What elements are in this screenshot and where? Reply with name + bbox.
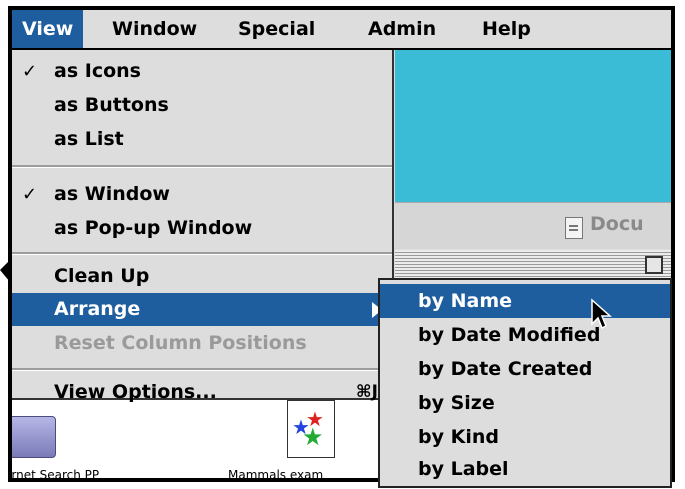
menu-item-label: Clean Up: [54, 265, 150, 287]
menu-item-label: as List: [54, 128, 124, 150]
checkmark-icon: ✓: [22, 184, 38, 205]
arrange-submenu: by Name by Date Modified by Date Created…: [378, 278, 672, 488]
submenu-item-by-label[interactable]: by Label: [380, 452, 670, 486]
menu-admin[interactable]: Admin: [358, 10, 446, 48]
window-content-area: [395, 50, 671, 202]
submenu-item-by-size[interactable]: by Size: [380, 386, 670, 420]
view-menu: ✓ as Icons as Buttons as List ✓ as Windo…: [12, 50, 394, 403]
menu-item-as-window[interactable]: ✓ as Window: [12, 178, 392, 211]
icon-label-mammals: Mammals exam: [228, 468, 324, 482]
menu-item-label: View Options...: [54, 381, 217, 403]
menu-window[interactable]: Window: [102, 10, 207, 48]
submenu-item-by-date-modified[interactable]: by Date Modified: [380, 318, 670, 352]
menu-item-label: Arrange: [54, 298, 141, 320]
menu-item-reset-column-positions: Reset Column Positions: [12, 327, 392, 360]
menu-separator: [12, 252, 392, 255]
menu-separator: [12, 368, 392, 371]
menu-item-label: Reset Column Positions: [54, 332, 307, 354]
menu-item-as-buttons[interactable]: as Buttons: [12, 89, 392, 122]
mouse-pointer-icon: [591, 298, 612, 330]
menu-item-label: as Window: [54, 183, 170, 205]
window-title-bar: [395, 250, 671, 281]
finder-icon-area: ★ ★ ★ ernet Search PP Mammals exam: [12, 398, 412, 482]
zoom-box-icon[interactable]: [645, 256, 663, 274]
menu-item-label: as Buttons: [54, 94, 169, 116]
menu-item-label: as Pop-up Window: [54, 217, 253, 239]
menu-special[interactable]: Special: [228, 10, 325, 48]
menu-item-as-popup-window[interactable]: as Pop-up Window: [12, 212, 392, 245]
shortcut-label: ⌘J: [355, 382, 378, 402]
menu-separator: [12, 165, 392, 168]
icon-label-internet-search: ernet Search PP: [8, 468, 100, 482]
menu-item-label: as Icons: [54, 60, 141, 82]
checkmark-icon: ✓: [22, 61, 38, 82]
menu-view[interactable]: View: [12, 10, 84, 48]
submenu-item-by-date-created[interactable]: by Date Created: [380, 352, 670, 386]
window-toolbar: Docu: [395, 202, 671, 249]
menu-item-arrange[interactable]: Arrange: [12, 293, 392, 326]
submenu-item-by-kind[interactable]: by Kind: [380, 420, 670, 454]
menu-item-as-icons[interactable]: ✓ as Icons: [12, 55, 392, 88]
submenu-item-by-name[interactable]: by Name: [380, 284, 670, 318]
toolbar-documents-label[interactable]: Docu: [590, 213, 644, 235]
menu-item-as-list[interactable]: as List: [12, 123, 392, 156]
menu-bar: View Window Special Admin Help: [12, 10, 671, 50]
menu-item-clean-up[interactable]: Clean Up: [12, 260, 392, 293]
folder-icon[interactable]: [12, 416, 56, 458]
menu-item-view-options[interactable]: View Options... ⌘J: [12, 376, 392, 409]
document-icon: [565, 217, 583, 239]
menu-help[interactable]: Help: [472, 10, 541, 48]
